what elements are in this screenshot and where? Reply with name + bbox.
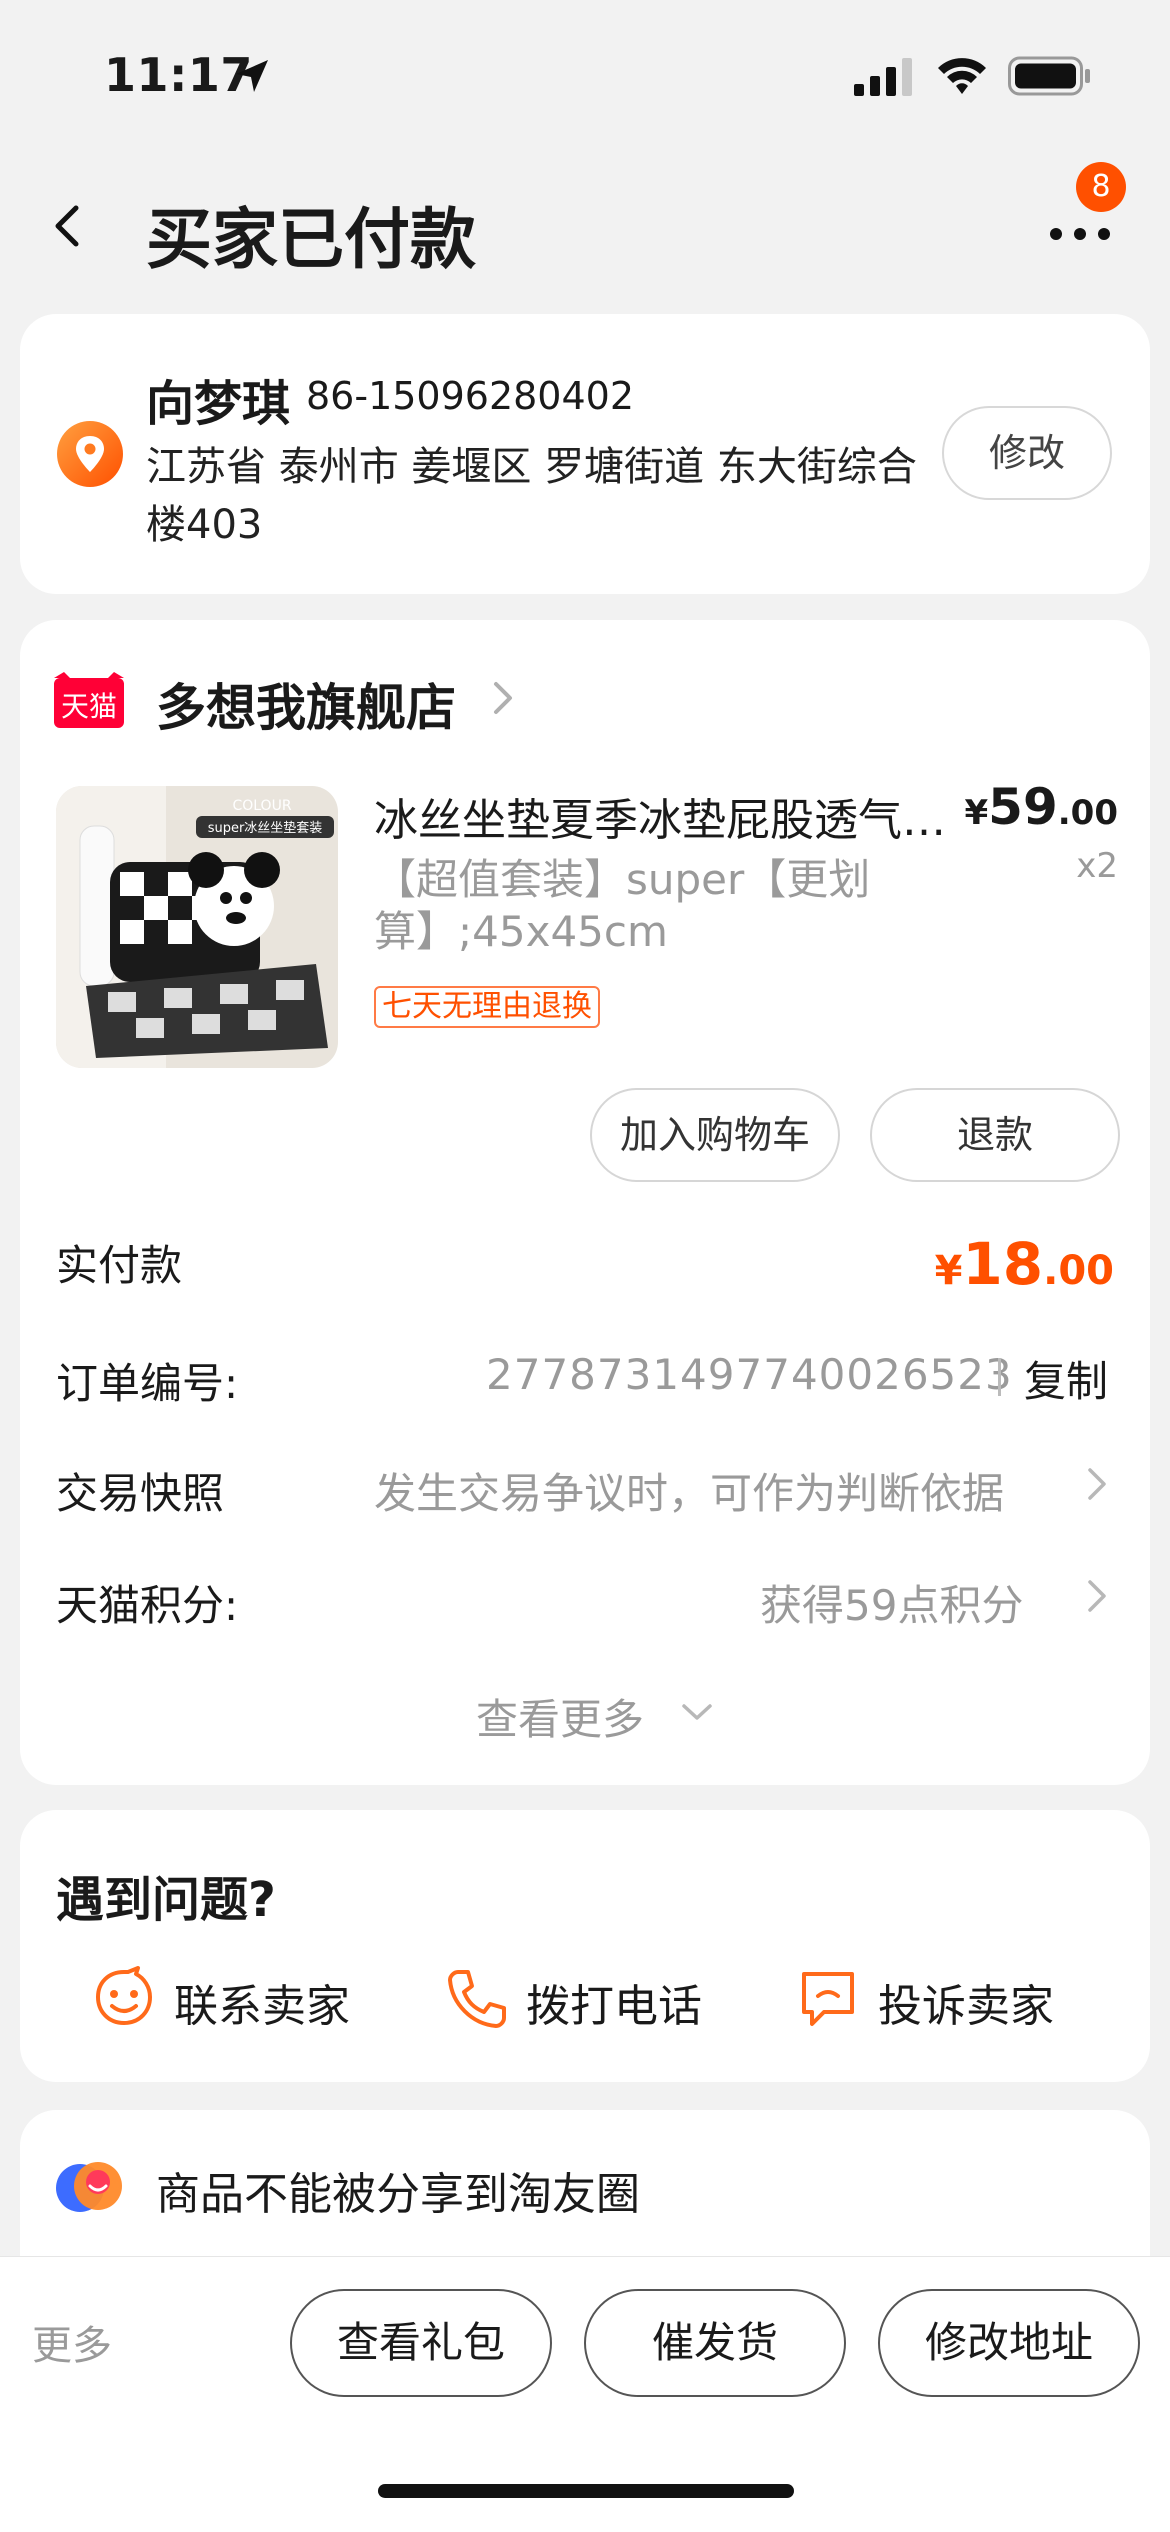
paid-amount: ¥18.00 bbox=[935, 1230, 1114, 1298]
notification-badge: 8 bbox=[1076, 162, 1126, 212]
modify-address-bottom-button[interactable]: 修改地址 bbox=[878, 2289, 1140, 2397]
tmall-logo-text: 天猫 bbox=[61, 690, 117, 723]
paid-integer: 18 bbox=[962, 1230, 1044, 1298]
order-detail-page: 11:17 买家已付款 8 向梦琪 86-15096280402 江苏省 泰州市… bbox=[0, 0, 1170, 2532]
nav-bar: 买家已付款 bbox=[0, 160, 1170, 290]
chevron-right-icon[interactable] bbox=[1084, 1464, 1110, 1504]
call-phone-button[interactable]: 拨打电话 bbox=[444, 1960, 744, 2040]
points-label[interactable]: 天猫积分: bbox=[56, 1572, 238, 1633]
complain-seller-button[interactable]: 投诉卖家 bbox=[796, 1960, 1096, 2040]
taoyou-circle-icon bbox=[56, 2162, 122, 2212]
chat-face-icon bbox=[96, 1966, 152, 2025]
price-integer: 59 bbox=[988, 778, 1058, 836]
price-decimal: .00 bbox=[1057, 793, 1118, 833]
status-time: 11:17 bbox=[104, 48, 253, 102]
modify-address-button[interactable]: 修改 bbox=[942, 406, 1112, 500]
see-more-button[interactable]: 查看更多 bbox=[476, 1686, 644, 1747]
price-currency: ¥ bbox=[964, 793, 989, 833]
return-policy-badge: 七天无理由退换 bbox=[374, 986, 600, 1028]
wifi-icon bbox=[938, 58, 986, 94]
chevron-right-icon[interactable] bbox=[488, 678, 518, 718]
contact-seller-button[interactable]: 联系卖家 bbox=[92, 1960, 392, 2040]
share-notice-card: 商品不能被分享到淘友圈 bbox=[20, 2110, 1150, 2260]
status-bar: 11:17 bbox=[0, 0, 1170, 150]
product-quantity: x2 bbox=[1076, 846, 1118, 886]
page-title: 买家已付款 bbox=[146, 201, 476, 278]
shop-name[interactable]: 多想我旗舰店 bbox=[156, 668, 456, 740]
contact-seller-label: 联系卖家 bbox=[174, 1981, 350, 2032]
product-price: ¥59.00 bbox=[965, 778, 1119, 836]
order-number: 2778731497740026523 bbox=[486, 1350, 1013, 1399]
help-card: 遇到问题? 联系卖家 拨打电话 投诉卖家 bbox=[20, 1810, 1150, 2082]
product-image-banner: super冰丝坐垫套装 bbox=[208, 820, 323, 836]
order-card: 天猫 多想我旗舰店 COLOUR super冰丝坐垫套装 冰丝坐垫夏季冰垫屁股透… bbox=[20, 620, 1150, 1785]
urge-shipping-button[interactable]: 催发货 bbox=[584, 2289, 846, 2397]
add-to-cart-button[interactable]: 加入购物车 bbox=[590, 1088, 840, 1182]
share-notice-text: 商品不能被分享到淘友圈 bbox=[156, 2169, 640, 2220]
product-title[interactable]: 冰丝坐垫夏季冰垫屁股透气办公室久坐 bbox=[374, 784, 954, 848]
location-arrow-icon bbox=[236, 60, 268, 92]
call-phone-label: 拨打电话 bbox=[526, 1981, 702, 2032]
cell-signal-icon bbox=[854, 58, 912, 96]
chevron-down-icon[interactable] bbox=[680, 1700, 714, 1724]
home-indicator[interactable] bbox=[378, 2484, 794, 2498]
location-pin-icon bbox=[57, 421, 123, 487]
snapshot-label[interactable]: 交易快照 bbox=[56, 1460, 224, 1521]
divider bbox=[998, 1358, 1001, 1396]
complaint-icon bbox=[802, 1972, 854, 2026]
recipient-name: 向梦琪 bbox=[146, 376, 291, 432]
paid-currency: ¥ bbox=[934, 1248, 963, 1294]
refund-button[interactable]: 退款 bbox=[870, 1088, 1120, 1182]
back-arrow-icon[interactable] bbox=[44, 196, 94, 256]
copy-order-number-button[interactable]: 复制 bbox=[1024, 1348, 1108, 1409]
battery-icon bbox=[1008, 56, 1090, 96]
product-image[interactable]: COLOUR super冰丝坐垫套装 bbox=[56, 786, 338, 1068]
recipient-phone: 86-15096280402 bbox=[306, 374, 635, 418]
view-gift-button[interactable]: 查看礼包 bbox=[290, 2289, 552, 2397]
paid-amount-label: 实付款 bbox=[56, 1241, 183, 1290]
more-actions-button[interactable]: 更多 bbox=[32, 2313, 112, 2371]
phone-icon bbox=[448, 1970, 506, 2028]
address-card: 向梦琪 86-15096280402 江苏省 泰州市 姜堰区 罗塘街道 东大街综… bbox=[20, 314, 1150, 594]
help-title: 遇到问题? bbox=[56, 1872, 276, 1928]
paid-decimal: .00 bbox=[1043, 1248, 1114, 1294]
product-image-label-top: COLOUR bbox=[232, 798, 291, 814]
points-value[interactable]: 获得59点积分 bbox=[760, 1572, 1023, 1633]
complain-seller-label: 投诉卖家 bbox=[878, 1981, 1054, 2032]
order-number-label: 订单编号: bbox=[56, 1359, 239, 1408]
tmall-logo: 天猫 bbox=[54, 672, 124, 728]
chevron-right-icon[interactable] bbox=[1084, 1576, 1110, 1616]
product-spec: 【超值套装】super【更划算】;45x45cm bbox=[374, 855, 871, 956]
recipient-address: 江苏省 泰州市 姜堰区 罗塘街道 东大街综合楼403 bbox=[146, 444, 917, 548]
snapshot-value[interactable]: 发生交易争议时，可作为判断依据 bbox=[374, 1460, 1004, 1521]
